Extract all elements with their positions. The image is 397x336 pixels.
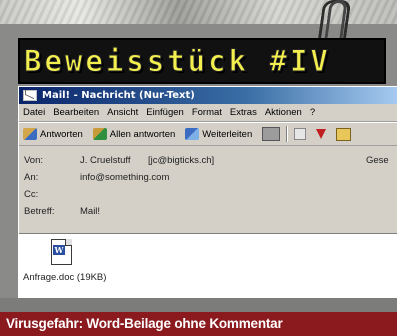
attachment-label[interactable]: Anfrage.doc (19KB) — [23, 272, 106, 283]
header-subject-row: Betreff: Mail! — [22, 203, 397, 220]
caption: Virusgefahr: Word-Beilage ohne Kommentar — [0, 312, 397, 336]
sent-label: Gese — [366, 155, 389, 166]
window-titlebar[interactable]: Mail! - Nachricht (Nur-Text) — [19, 87, 397, 104]
forward-button[interactable]: Weiterleiten — [185, 128, 252, 140]
menu-item-help[interactable]: ? — [310, 107, 315, 118]
reply-all-button[interactable]: Allen antworten — [92, 128, 176, 140]
header-from-row: Von: J. Cruelstuff [jc@bigticks.ch] Gese — [22, 152, 397, 169]
to-value: info@something.com — [80, 172, 170, 183]
menu-bar: Datei Bearbeiten Ansicht Einfügen Format… — [19, 104, 397, 122]
menu-item-ansicht[interactable]: Ansicht — [107, 107, 138, 118]
word-w-glyph: W — [53, 245, 65, 255]
header-cc-row: Cc: — [22, 186, 397, 203]
reply-button[interactable]: Antworten — [23, 128, 83, 140]
reply-label: Antworten — [40, 128, 83, 140]
word-document-icon[interactable]: W — [51, 239, 72, 265]
from-label: Von: — [24, 155, 44, 166]
menu-item-einfuegen[interactable]: Einfügen — [146, 107, 184, 118]
to-label: An: — [24, 172, 39, 183]
reply-all-label: Allen antworten — [109, 128, 176, 140]
menu-item-extras[interactable]: Extras — [230, 107, 257, 118]
menu-item-bearbeiten[interactable]: Bearbeiten — [53, 107, 99, 118]
forward-label: Weiterleiten — [202, 128, 253, 140]
from-name: J. Cruelstuff — [80, 155, 131, 166]
copy-icon[interactable] — [294, 128, 307, 140]
envelope-icon — [23, 90, 37, 101]
flag-icon[interactable] — [316, 129, 327, 139]
mail-window: Mail! - Nachricht (Nur-Text) Datei Bearb… — [18, 86, 397, 299]
menu-item-datei[interactable]: Datei — [23, 107, 45, 118]
subject-label: Betreff: — [24, 206, 55, 217]
message-headers: Von: J. Cruelstuff [jc@bigticks.ch] Gese… — [19, 146, 397, 224]
forward-icon — [185, 128, 200, 140]
reply-all-icon — [92, 128, 107, 140]
banner-title: Beweisstück #IV — [24, 44, 331, 79]
move-to-folder-icon[interactable] — [336, 127, 352, 141]
message-body[interactable]: W Anfrage.doc (19KB) — [19, 233, 397, 299]
toolbar-separator — [286, 126, 289, 142]
menu-item-format[interactable]: Format — [192, 107, 222, 118]
print-icon[interactable] — [262, 127, 281, 141]
bottom-strip — [0, 298, 397, 312]
menu-item-aktionen[interactable]: Aktionen — [265, 107, 302, 118]
from-email: [jc@bigticks.ch] — [148, 155, 215, 166]
window-title: Mail! - Nachricht (Nur-Text) — [42, 90, 195, 101]
reply-icon — [23, 128, 37, 140]
subject-value: Mail! — [80, 206, 101, 217]
toolbar: Antworten Allen antworten Weiterleiten — [19, 122, 397, 146]
header-to-row: An: info@something.com — [22, 169, 397, 186]
cc-label: Cc: — [24, 189, 39, 200]
